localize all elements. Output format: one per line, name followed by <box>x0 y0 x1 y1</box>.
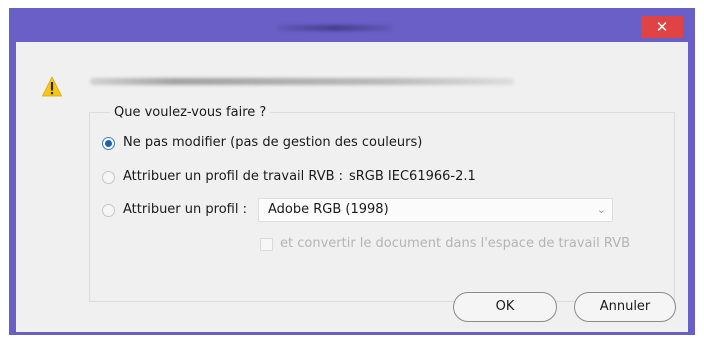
close-icon: ✕ <box>655 18 669 36</box>
profile-select-value: Adobe RGB (1998) <box>268 202 389 217</box>
profile-select[interactable]: Adobe RGB (1998) ⌄ <box>258 198 613 222</box>
close-button[interactable]: ✕ <box>641 16 683 38</box>
title-text-redacted <box>277 25 393 31</box>
message-text-redacted <box>90 78 514 85</box>
chevron-down-icon: ⌄ <box>596 203 606 216</box>
warning-icon <box>42 76 62 97</box>
cancel-button[interactable]: Annuler <box>574 292 676 322</box>
working-profile-value: sRGB IEC61966-2.1 <box>349 169 476 184</box>
dialog-window: ✕ Que voulez-vous faire ? Ne pas modifie… <box>9 8 695 335</box>
radio-assign-profile[interactable] <box>102 204 115 217</box>
radio-assign-working-profile-label[interactable]: Attribuer un profil de travail RVB : <box>123 169 343 185</box>
radio-no-change-label[interactable]: Ne pas modifier (pas de gestion des coul… <box>123 135 422 151</box>
radio-no-change[interactable] <box>102 137 115 150</box>
convert-checkbox[interactable] <box>260 238 273 251</box>
radio-assign-profile-label[interactable]: Attribuer un profil : <box>123 202 247 218</box>
group-label: Que voulez-vous faire ? <box>110 105 271 121</box>
convert-checkbox-label[interactable]: et convertir le document dans l'espace d… <box>280 236 630 252</box>
title-bar[interactable]: ✕ <box>9 8 695 42</box>
dialog-body: Que voulez-vous faire ? Ne pas modifier … <box>16 42 688 332</box>
ok-button[interactable]: OK <box>453 292 557 322</box>
radio-assign-working-profile[interactable] <box>102 171 115 184</box>
